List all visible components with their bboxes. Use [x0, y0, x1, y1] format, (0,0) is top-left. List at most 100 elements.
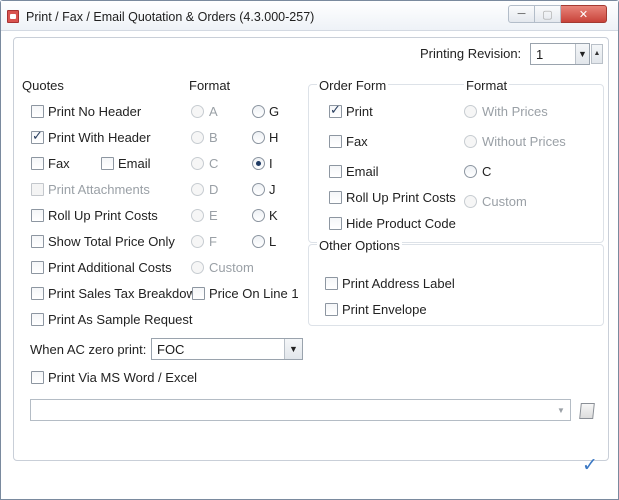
- without-prices-radio[interactable]: [464, 135, 477, 148]
- without-prices-label[interactable]: Without Prices: [482, 134, 566, 149]
- print-as-sample-request-checkbox[interactable]: [31, 313, 44, 326]
- order-print-checkbox[interactable]: [329, 102, 342, 118]
- format-d-radio[interactable]: [191, 183, 204, 196]
- order-email-label[interactable]: Email: [346, 164, 379, 179]
- with-prices-radio[interactable]: [464, 105, 477, 118]
- format-g-radio[interactable]: [252, 105, 265, 118]
- print-envelope-checkbox[interactable]: [325, 303, 338, 316]
- printing-revision-combo[interactable]: 1 ▼: [530, 43, 590, 65]
- order-format-custom-radio[interactable]: [464, 195, 477, 208]
- price-on-line-label[interactable]: Price On Line 1: [209, 286, 299, 301]
- printing-revision-value: 1: [536, 47, 544, 62]
- format-c-label[interactable]: C: [209, 156, 218, 171]
- order-print-label[interactable]: Print: [346, 104, 373, 119]
- format-h-radio[interactable]: [252, 131, 265, 144]
- print-address-label-label[interactable]: Print Address Label: [342, 276, 455, 291]
- print-sales-tax-label[interactable]: Print Sales Tax Breakdow: [48, 286, 194, 301]
- format-f-label[interactable]: F: [209, 234, 217, 249]
- quote-format-heading: Format: [189, 78, 231, 93]
- order-format-heading: Format: [464, 78, 510, 93]
- roll-up-print-costs-checkbox[interactable]: [31, 209, 44, 222]
- order-email-checkbox[interactable]: [329, 165, 342, 178]
- template-path-combo[interactable]: ▼: [30, 399, 571, 421]
- format-k-label[interactable]: K: [269, 208, 278, 223]
- ms-word-label[interactable]: Print Via MS Word / Excel: [48, 370, 197, 385]
- other-options-heading: Other Options: [317, 238, 402, 253]
- format-i-radio[interactable]: [252, 157, 265, 170]
- format-e-radio[interactable]: [191, 209, 204, 222]
- revision-spinner[interactable]: ▲: [591, 44, 603, 64]
- order-fax-label[interactable]: Fax: [346, 134, 368, 149]
- format-k-radio[interactable]: [252, 209, 265, 222]
- quotes-heading: Quotes: [22, 78, 64, 93]
- ms-word-checkbox[interactable]: [31, 371, 44, 384]
- hide-product-code-label[interactable]: Hide Product Code: [346, 216, 456, 231]
- window-title: Print / Fax / Email Quotation & Orders (…: [26, 10, 315, 24]
- checkmark-icon[interactable]: ✓: [582, 454, 598, 477]
- print-with-header-checkbox[interactable]: [31, 128, 44, 144]
- chevron-down-icon[interactable]: ▼: [552, 400, 570, 420]
- chevron-down-icon[interactable]: ▼: [284, 339, 302, 359]
- order-roll-up-label[interactable]: Roll Up Print Costs: [346, 190, 456, 205]
- minimize-button[interactable]: ─: [508, 5, 535, 23]
- format-a-radio[interactable]: [191, 105, 204, 118]
- print-additional-costs-checkbox[interactable]: [31, 261, 44, 274]
- fax-checkbox[interactable]: [31, 157, 44, 170]
- order-format-c-radio[interactable]: [464, 165, 477, 178]
- chevron-down-icon[interactable]: ▼: [575, 44, 589, 64]
- with-prices-label[interactable]: With Prices: [482, 104, 548, 119]
- fax-label[interactable]: Fax: [48, 156, 70, 171]
- format-d-label[interactable]: D: [209, 182, 218, 197]
- dialog-client: Printing Revision: 1 ▼ ▲ Quotes Format P…: [2, 32, 617, 499]
- document-icon[interactable]: [579, 403, 595, 419]
- order-format-custom-label[interactable]: Custom: [482, 194, 527, 209]
- order-form-heading: Order Form: [317, 78, 389, 93]
- print-envelope-label[interactable]: Print Envelope: [342, 302, 427, 317]
- format-i-label[interactable]: I: [269, 156, 273, 171]
- format-custom-label[interactable]: Custom: [209, 260, 254, 275]
- printing-revision-label: Printing Revision:: [420, 46, 522, 61]
- format-g-label[interactable]: G: [269, 104, 279, 119]
- format-custom-radio[interactable]: [191, 261, 204, 274]
- format-l-label[interactable]: L: [269, 234, 276, 249]
- print-as-sample-request-label[interactable]: Print As Sample Request: [48, 312, 193, 327]
- print-attachments-checkbox[interactable]: [31, 183, 44, 196]
- app-icon: [7, 10, 19, 23]
- format-b-radio[interactable]: [191, 131, 204, 144]
- show-total-price-only-label[interactable]: Show Total Price Only: [48, 234, 175, 249]
- ac-zero-select[interactable]: FOC ▼: [151, 338, 303, 360]
- format-b-label[interactable]: B: [209, 130, 218, 145]
- format-l-radio[interactable]: [252, 235, 265, 248]
- email-checkbox[interactable]: [101, 157, 114, 170]
- show-total-price-only-checkbox[interactable]: [31, 235, 44, 248]
- format-a-label[interactable]: A: [209, 104, 218, 119]
- spin-up-icon[interactable]: ▲: [594, 50, 601, 58]
- options-panel: Printing Revision: 1 ▼ ▲ Quotes Format P…: [13, 37, 609, 461]
- format-j-label[interactable]: J: [269, 182, 276, 197]
- close-button[interactable]: ✕: [561, 5, 607, 23]
- maximize-button[interactable]: ▢: [535, 5, 561, 23]
- title-bar[interactable]: Print / Fax / Email Quotation & Orders (…: [1, 1, 618, 31]
- format-e-label[interactable]: E: [209, 208, 218, 223]
- print-with-header-label[interactable]: Print With Header: [48, 130, 151, 145]
- order-roll-up-checkbox[interactable]: [329, 191, 342, 204]
- print-no-header-label[interactable]: Print No Header: [48, 104, 141, 119]
- ac-zero-value: FOC: [157, 342, 185, 357]
- format-c-radio[interactable]: [191, 157, 204, 170]
- roll-up-print-costs-label[interactable]: Roll Up Print Costs: [48, 208, 158, 223]
- print-sales-tax-checkbox[interactable]: [31, 287, 44, 300]
- print-address-label-checkbox[interactable]: [325, 277, 338, 290]
- format-h-label[interactable]: H: [269, 130, 278, 145]
- print-additional-costs-label[interactable]: Print Additional Costs: [48, 260, 172, 275]
- print-no-header-checkbox[interactable]: [31, 105, 44, 118]
- price-on-line-checkbox[interactable]: [192, 287, 205, 300]
- print-attachments-label[interactable]: Print Attachments: [48, 182, 150, 197]
- format-j-radio[interactable]: [252, 183, 265, 196]
- order-format-c-label[interactable]: C: [482, 164, 491, 179]
- format-f-radio[interactable]: [191, 235, 204, 248]
- hide-product-code-checkbox[interactable]: [329, 217, 342, 230]
- dialog-window: Print / Fax / Email Quotation & Orders (…: [0, 0, 619, 500]
- email-label[interactable]: Email: [118, 156, 151, 171]
- ac-zero-label: When AC zero print:: [30, 342, 147, 357]
- order-fax-checkbox[interactable]: [329, 135, 342, 148]
